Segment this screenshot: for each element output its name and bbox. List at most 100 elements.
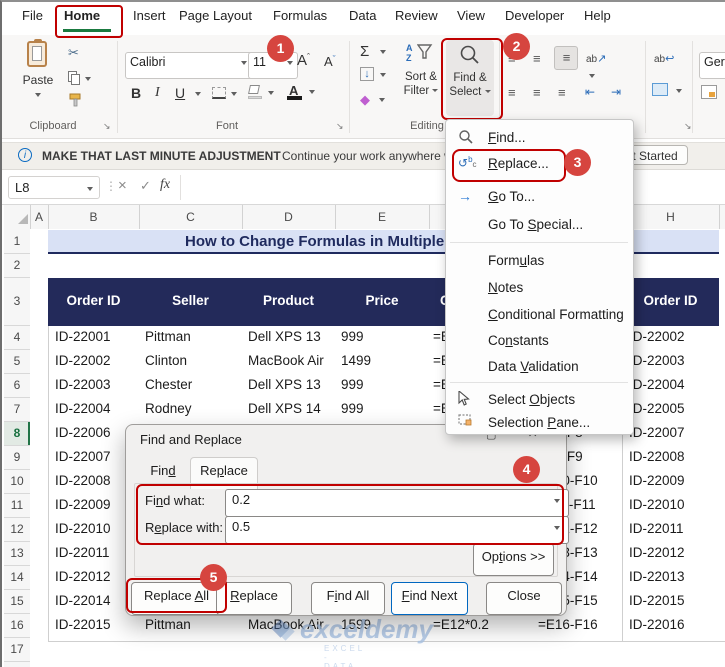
message-body: Continue your work anywhere w [282, 149, 453, 163]
row-header-6[interactable]: 6 [4, 374, 30, 398]
cancel-button[interactable]: × [118, 177, 127, 194]
align-right-button[interactable]: ≡ [558, 85, 566, 100]
menu-item-data-validation[interactable]: Data Validation [448, 354, 630, 380]
clear-button[interactable]: ◆ [360, 91, 386, 109]
row-header-2[interactable]: 2 [4, 254, 30, 278]
menu-item-conditional-formatting[interactable]: Conditional Formatting [448, 302, 630, 328]
row-header-17[interactable]: 17 [4, 638, 30, 662]
number-format-combo[interactable]: Ger [699, 52, 725, 79]
align-center-button[interactable]: ≡ [533, 85, 541, 100]
row-gutter[interactable]: 1 2 3 4 5 6 7 8 9 10 11 12 13 14 15 16 17 [4, 229, 31, 667]
underline-button[interactable]: U [175, 85, 201, 103]
bold-button[interactable]: B [131, 85, 141, 101]
cell-F16[interactable]: =E12*0.2 [429, 614, 537, 642]
cell-B16[interactable]: ID-22015 [48, 614, 147, 642]
tab-help[interactable]: Help [584, 8, 611, 23]
cell-C16[interactable]: Pittman [139, 614, 249, 642]
align-middle-button[interactable]: ≡ [533, 51, 541, 66]
menu-item-label: Go To Special... [488, 217, 584, 232]
fill-color-button[interactable] [248, 85, 276, 101]
menu-item-go-to-special[interactable]: Go To Special... [448, 212, 630, 238]
clipboard-launcher-icon[interactable]: ↘ [103, 121, 111, 132]
row-header-1[interactable]: 1 [4, 230, 30, 254]
row-header-14[interactable]: 14 [4, 566, 30, 590]
table2-header-row[interactable]: Order ID [622, 278, 719, 326]
cell-H16[interactable]: ID-22016 [622, 614, 725, 642]
menu-item-selection-pane[interactable]: Selection Pane... [448, 410, 630, 436]
tab-insert[interactable]: Insert [133, 8, 166, 23]
excel-window: File Home Insert Page Layout Formulas Da… [0, 0, 725, 667]
sort-filter-button[interactable]: A Z Sort & Filter [400, 41, 442, 115]
format-painter-icon [69, 93, 81, 107]
column-header-A[interactable]: A [30, 210, 48, 224]
header-order-id: Order ID [66, 293, 121, 308]
tab-data[interactable]: Data [349, 8, 376, 23]
row-header-12[interactable]: 12 [4, 518, 30, 542]
menu-item-label: Go To... [488, 189, 536, 204]
decrease-indent-button[interactable]: ⇤ [585, 85, 595, 99]
menu-separator [450, 242, 628, 243]
orientation-button[interactable]: ab↗ [586, 49, 616, 85]
alignment-launcher-icon[interactable]: ↘ [684, 121, 692, 132]
merge-center-button[interactable] [652, 83, 686, 99]
tab-view[interactable]: View [457, 8, 485, 23]
column-header-D[interactable]: D [242, 210, 335, 224]
find-next-button[interactable]: Find Next [391, 582, 468, 615]
format-painter-button[interactable] [68, 93, 84, 109]
font-name-combo[interactable]: Calibri [125, 52, 253, 79]
row-header-8[interactable]: 8 [4, 422, 30, 446]
row-header-11[interactable]: 11 [4, 494, 30, 518]
menu-item-notes[interactable]: Notes [448, 275, 630, 301]
accounting-format-button[interactable] [701, 85, 717, 99]
borders-button[interactable] [212, 87, 238, 101]
row-header-10[interactable]: 10 [4, 470, 30, 494]
row-header-7[interactable]: 7 [4, 398, 30, 422]
column-header-E[interactable]: E [335, 210, 429, 224]
name-box[interactable]: L8 [8, 176, 100, 199]
row-header-5[interactable]: 5 [4, 350, 30, 374]
column-header-C[interactable]: C [139, 210, 242, 224]
cell-G16[interactable]: =E16-F16 [532, 614, 626, 642]
row-header-13[interactable]: 13 [4, 542, 30, 566]
replace-button[interactable]: Replace [216, 582, 292, 615]
enter-button[interactable]: ✓ [140, 178, 151, 194]
align-bottom-button[interactable]: ≡ [554, 46, 578, 70]
wrap-text-button[interactable]: ab↩ [654, 49, 674, 67]
tab-developer[interactable]: Developer [505, 8, 564, 23]
menu-item-go-to[interactable]: → Go To... [448, 184, 630, 210]
autosum-button[interactable]: Σ [360, 43, 386, 61]
paste-button[interactable]: Paste [16, 39, 60, 113]
orientation-icon: ab [586, 54, 598, 65]
menu-item-formulas[interactable]: Formulas [448, 248, 630, 274]
menu-item-label: Constants [488, 333, 549, 348]
font-launcher-icon[interactable]: ↘ [336, 121, 344, 132]
row-header-3[interactable]: 3 [4, 278, 30, 326]
row-header-15[interactable]: 15 [4, 590, 30, 614]
shrink-font-button[interactable]: Aˇ [324, 54, 336, 69]
cut-button[interactable]: ✂ [68, 45, 79, 61]
italic-button[interactable]: I [155, 85, 160, 101]
increase-indent-button[interactable]: ⇥ [611, 85, 621, 99]
row-header-4[interactable]: 4 [4, 326, 30, 350]
menu-item-label: Data Validation [488, 359, 579, 374]
tab-file[interactable]: File [22, 8, 43, 23]
menu-item-constants[interactable]: Constants [448, 328, 630, 354]
column-header-H[interactable]: H [622, 210, 719, 224]
row-header-9[interactable]: 9 [4, 446, 30, 470]
annotation-box-home-tab [55, 5, 123, 38]
menu-item-find[interactable]: Find... [448, 125, 630, 151]
tab-formulas[interactable]: Formulas [273, 8, 327, 23]
tab-review[interactable]: Review [395, 8, 438, 23]
font-color-button[interactable]: A [287, 83, 317, 101]
insert-function-button[interactable]: fx [160, 177, 170, 193]
find-all-button[interactable]: Find All [311, 582, 385, 615]
tab-page-layout[interactable]: Page Layout [179, 8, 252, 23]
watermark-tagline: EXCEL - DATA - BI [324, 644, 365, 667]
options-button[interactable]: Options >> [473, 543, 554, 576]
column-header-B[interactable]: B [48, 210, 139, 224]
copy-button[interactable] [68, 71, 91, 87]
grow-font-button[interactable]: Aˆ [297, 52, 310, 69]
close-button[interactable]: Close [486, 582, 562, 615]
row-header-16[interactable]: 16 [4, 614, 30, 638]
align-left-button[interactable]: ≡ [508, 85, 516, 100]
